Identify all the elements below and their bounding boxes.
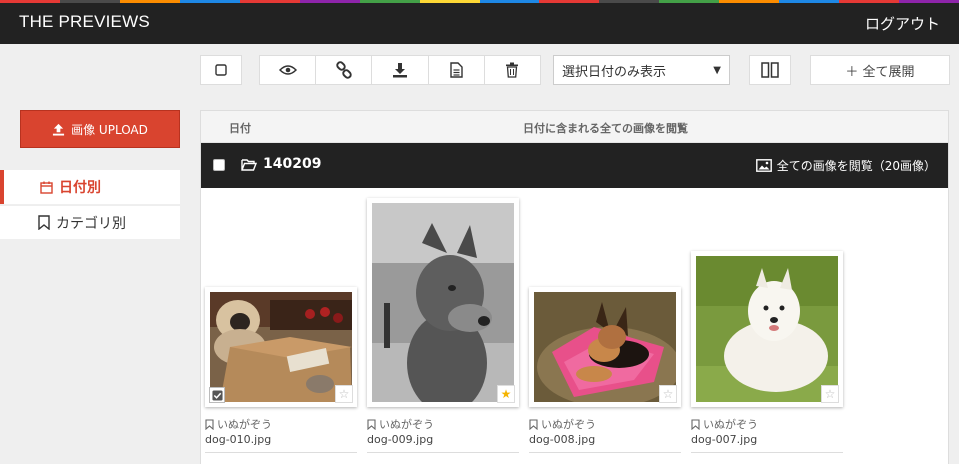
download-icon — [393, 63, 407, 78]
table-header: 日付 日付に含まれる全ての画像を閲覧 — [201, 111, 948, 143]
image-card[interactable]: ☆ — [691, 251, 843, 407]
bookmark-icon — [38, 215, 50, 230]
column-header-date: 日付 — [229, 122, 251, 135]
link-icon — [336, 61, 352, 79]
eye-icon — [278, 65, 297, 75]
photo-thumbnail[interactable] — [210, 292, 352, 402]
upload-button[interactable]: 画像 UPLOAD — [20, 110, 180, 148]
divider — [205, 452, 357, 453]
link-button[interactable] — [316, 56, 373, 84]
date-filter-value: 選択日付のみ表示 — [562, 64, 667, 80]
sidebar-item-by-category[interactable]: カテゴリ別 — [0, 205, 180, 239]
favorite-star-icon[interactable]: ★ — [497, 385, 515, 403]
app-header: THE PREVIEWS ログアウト — [0, 3, 959, 44]
photo-thumbnail[interactable] — [372, 203, 514, 402]
category-label: いぬがぞう — [541, 418, 596, 431]
select-all-button[interactable] — [200, 55, 242, 85]
category-label: いぬがぞう — [379, 418, 434, 431]
folder-title[interactable]: 140209 — [241, 156, 321, 172]
image-card[interactable]: ☆ — [205, 287, 357, 407]
checkmark-icon — [211, 389, 223, 401]
favorite-star-icon[interactable]: ☆ — [659, 385, 677, 403]
pug-photo — [210, 292, 352, 402]
bookmark-icon — [205, 418, 214, 430]
favorite-star-icon[interactable]: ☆ — [821, 385, 839, 403]
image-list-panel: 日付 日付に含まれる全ての画像を閲覧 140209 全ての画像を閲覧（20画像） — [200, 110, 949, 464]
trash-icon — [506, 62, 519, 78]
expand-all-label: ＋ 全て展開 — [845, 64, 915, 80]
favorite-star-icon[interactable]: ☆ — [335, 385, 353, 403]
samoyed-photo — [696, 256, 838, 402]
image-category: いぬがぞう — [367, 416, 434, 432]
image-filename[interactable]: dog-007.jpg — [691, 433, 757, 446]
sidebar-item-label: カテゴリ別 — [56, 215, 126, 232]
sidebar-item-label: 日付別 — [59, 180, 101, 196]
folder-name: 140209 — [263, 156, 322, 172]
image-card[interactable]: ☆ — [529, 287, 681, 407]
preview-button[interactable] — [260, 56, 317, 84]
split-view-icon — [761, 62, 779, 78]
upload-label: 画像 UPLOAD — [71, 122, 148, 137]
expand-all-button[interactable]: ＋ 全て展開 — [810, 55, 950, 85]
image-card[interactable]: ★ — [367, 198, 519, 407]
app-title: THE PREVIEWS — [19, 12, 150, 31]
category-label: いぬがぞう — [703, 418, 758, 431]
puppy-photo — [534, 292, 676, 402]
folder-row[interactable]: 140209 全ての画像を閲覧（20画像） — [201, 143, 948, 188]
image-category: いぬがぞう — [205, 416, 272, 432]
action-button-group — [259, 55, 541, 85]
checkbox-icon — [215, 64, 227, 76]
document-icon — [450, 62, 463, 78]
image-filename[interactable]: dog-010.jpg — [205, 433, 271, 446]
folder-checkbox[interactable] — [213, 159, 225, 171]
image-category: いぬがぞう — [691, 416, 758, 432]
image-icon — [755, 159, 772, 172]
delete-button[interactable] — [485, 56, 540, 84]
image-filename[interactable]: dog-008.jpg — [529, 433, 595, 446]
column-header-view-all: 日付に含まれる全ての画像を閲覧 — [523, 122, 688, 135]
category-label: いぬがぞう — [217, 418, 272, 431]
bookmark-icon — [529, 418, 538, 430]
view-all-images-link[interactable]: 全ての画像を閲覧（20画像） — [755, 157, 936, 174]
image-filename[interactable]: dog-009.jpg — [367, 433, 433, 446]
photo-thumbnail[interactable] — [534, 292, 676, 402]
calendar-icon — [40, 181, 53, 194]
bookmark-icon — [367, 418, 376, 430]
upload-icon — [53, 123, 65, 136]
logout-link[interactable]: ログアウト — [865, 13, 940, 34]
details-button[interactable] — [429, 56, 485, 84]
download-button[interactable] — [372, 56, 429, 84]
divider — [691, 452, 843, 453]
view-all-label: 全ての画像を閲覧（20画像） — [776, 159, 936, 173]
photo-thumbnail[interactable] — [696, 256, 838, 402]
split-view-button[interactable] — [749, 55, 791, 85]
dropdown-caret-icon: ▼ — [713, 64, 721, 76]
image-checkbox[interactable] — [209, 387, 225, 403]
shiba-photo — [372, 203, 514, 402]
bookmark-icon — [691, 418, 700, 430]
divider — [529, 452, 681, 453]
date-filter-select[interactable]: 選択日付のみ表示 ▼ — [553, 55, 730, 85]
sidebar-item-by-date[interactable]: 日付別 — [0, 170, 180, 204]
folder-open-icon — [241, 158, 257, 171]
image-category: いぬがぞう — [529, 416, 596, 432]
divider — [367, 452, 519, 453]
